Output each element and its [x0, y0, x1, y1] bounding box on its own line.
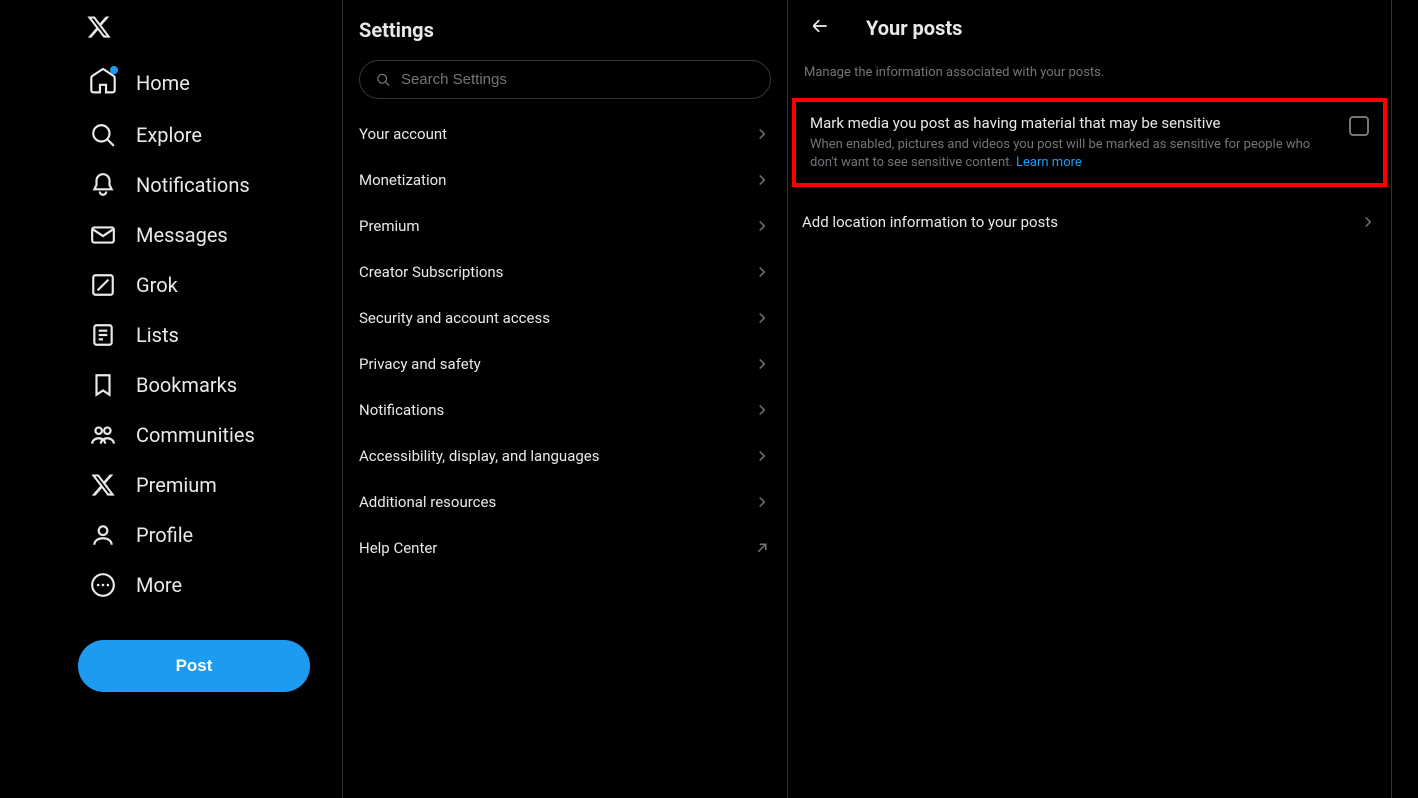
settings-premium[interactable]: Premium	[343, 203, 787, 249]
setting-title: Add location information to your posts	[802, 213, 1058, 231]
detail-column: Your posts Manage the information associ…	[788, 0, 1392, 798]
settings-your-account[interactable]: Your account	[343, 111, 787, 157]
nav-lists[interactable]: Lists	[78, 310, 191, 360]
setting-title: Mark media you post as having material t…	[810, 114, 1329, 132]
x-logo-icon	[90, 472, 116, 498]
search-settings[interactable]	[359, 60, 771, 99]
nav-bookmarks[interactable]: Bookmarks	[78, 360, 249, 410]
settings-accessibility[interactable]: Accessibility, display, and languages	[343, 433, 787, 479]
chevron-right-icon	[753, 263, 771, 281]
settings-security[interactable]: Security and account access	[343, 295, 787, 341]
mail-icon	[90, 222, 116, 248]
settings-item-label: Security and account access	[359, 309, 550, 327]
nav-premium[interactable]: Premium	[78, 460, 229, 510]
grok-icon	[90, 272, 116, 298]
nav-notifications[interactable]: Notifications	[78, 160, 262, 210]
profile-icon	[90, 522, 116, 548]
settings-item-label: Monetization	[359, 171, 446, 189]
list-icon	[90, 322, 116, 348]
settings-item-label: Creator Subscriptions	[359, 263, 503, 281]
settings-notifications[interactable]: Notifications	[343, 387, 787, 433]
setting-description: When enabled, pictures and videos you po…	[810, 136, 1329, 171]
communities-icon	[90, 422, 116, 448]
x-logo-icon	[86, 14, 112, 40]
external-link-icon	[753, 539, 771, 557]
detail-header: Your posts	[788, 0, 1391, 55]
search-icon	[376, 72, 391, 88]
settings-privacy[interactable]: Privacy and safety	[343, 341, 787, 387]
chevron-right-icon	[753, 171, 771, 189]
settings-additional[interactable]: Additional resources	[343, 479, 787, 525]
nav-label: Grok	[136, 273, 178, 297]
settings-help-center[interactable]: Help Center	[343, 525, 787, 571]
nav-label: More	[136, 573, 182, 597]
nav-profile[interactable]: Profile	[78, 510, 205, 560]
settings-column: Settings Your account Monetization Premi…	[343, 0, 788, 798]
chevron-right-icon	[753, 493, 771, 511]
settings-item-label: Accessibility, display, and languages	[359, 447, 599, 465]
chevron-right-icon	[753, 401, 771, 419]
chevron-right-icon	[753, 355, 771, 373]
nav-label: Lists	[136, 323, 179, 347]
post-button[interactable]: Post	[78, 640, 310, 692]
nav-communities[interactable]: Communities	[78, 410, 267, 460]
chevron-right-icon	[753, 447, 771, 465]
nav-more[interactable]: More	[78, 560, 194, 610]
bell-icon	[90, 172, 116, 198]
logo-wrap[interactable]	[78, 10, 342, 56]
nav-home[interactable]: Home	[78, 56, 202, 110]
nav-label: Notifications	[136, 173, 250, 197]
nav-label: Explore	[136, 123, 202, 147]
nav-label: Communities	[136, 423, 255, 447]
search-input[interactable]	[401, 71, 754, 88]
nav-explore[interactable]: Explore	[78, 110, 214, 160]
chevron-right-icon	[753, 217, 771, 235]
settings-item-label: Additional resources	[359, 493, 496, 511]
nav-label: Premium	[136, 473, 217, 497]
settings-title: Settings	[343, 8, 787, 56]
highlight-annotation: Mark media you post as having material t…	[792, 98, 1387, 187]
chevron-right-icon	[753, 125, 771, 143]
primary-nav: Home Explore Notifications Messages Grok…	[0, 0, 343, 798]
detail-subtitle: Manage the information associated with y…	[788, 55, 1391, 98]
nav-messages[interactable]: Messages	[78, 210, 240, 260]
nav-grok[interactable]: Grok	[78, 260, 190, 310]
bookmark-icon	[90, 372, 116, 398]
settings-item-label: Notifications	[359, 401, 444, 419]
chevron-right-icon	[753, 309, 771, 327]
learn-more-link[interactable]: Learn more	[1016, 155, 1082, 170]
chevron-right-icon	[1359, 213, 1377, 231]
arrow-left-icon	[810, 16, 830, 36]
notification-dot-icon	[110, 66, 118, 74]
nav-label: Home	[136, 71, 190, 95]
location-setting[interactable]: Add location information to your posts	[788, 197, 1391, 247]
detail-title: Your posts	[866, 16, 962, 40]
settings-item-label: Your account	[359, 125, 447, 143]
settings-item-label: Premium	[359, 217, 420, 235]
settings-monetization[interactable]: Monetization	[343, 157, 787, 203]
nav-label: Messages	[136, 223, 228, 247]
search-icon	[90, 122, 116, 148]
nav-label: Profile	[136, 523, 193, 547]
settings-creator-subs[interactable]: Creator Subscriptions	[343, 249, 787, 295]
nav-label: Bookmarks	[136, 373, 237, 397]
sensitive-media-checkbox[interactable]	[1349, 116, 1369, 136]
back-button[interactable]	[804, 10, 836, 45]
settings-item-label: Help Center	[359, 539, 437, 557]
more-icon	[90, 572, 116, 598]
sensitive-media-setting[interactable]: Mark media you post as having material t…	[796, 102, 1383, 183]
settings-item-label: Privacy and safety	[359, 355, 481, 373]
